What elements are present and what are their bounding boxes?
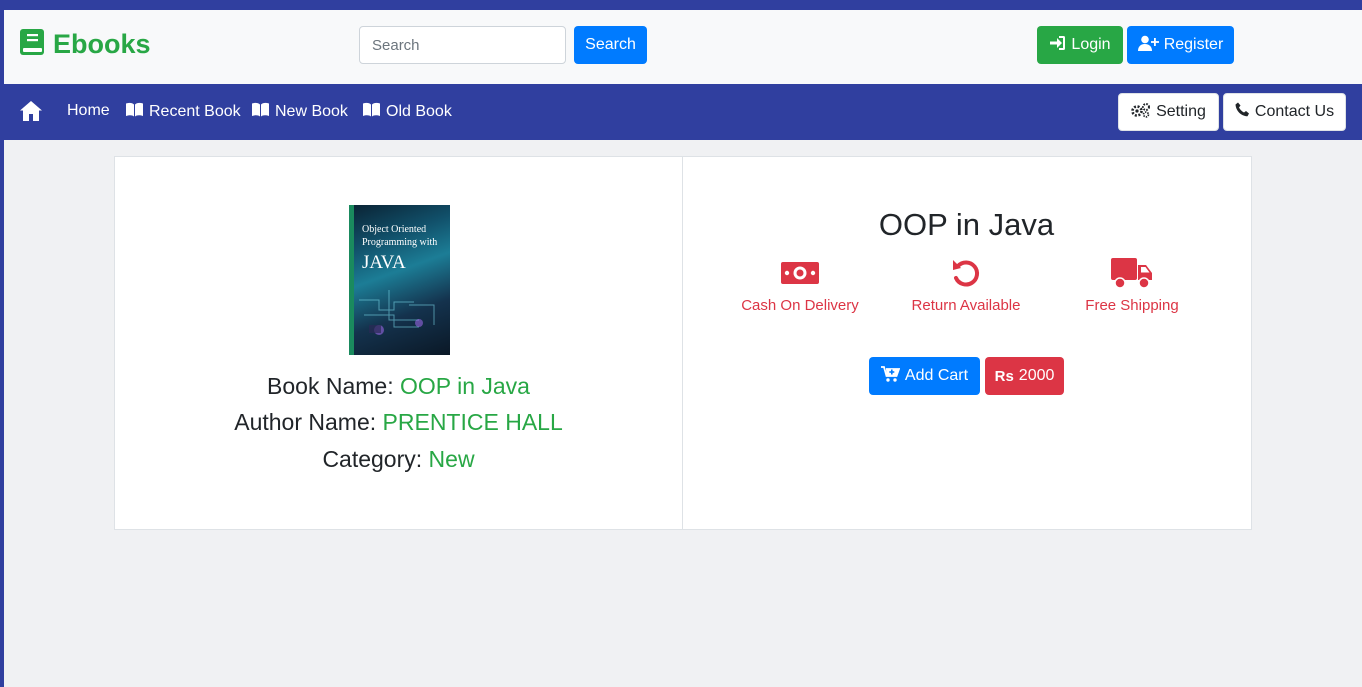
sign-in-icon bbox=[1049, 35, 1066, 56]
user-plus-icon bbox=[1137, 35, 1159, 56]
search-button[interactable]: Search bbox=[574, 26, 647, 64]
category-line: Category: New bbox=[115, 446, 682, 473]
open-book-icon bbox=[362, 102, 381, 122]
brand-name: Ebooks bbox=[53, 29, 151, 59]
feature-label: Return Available bbox=[911, 297, 1021, 314]
cover-title-line3: JAVA bbox=[362, 252, 406, 273]
header: Ebooks Search Login Register bbox=[4, 10, 1362, 84]
contact-button[interactable]: Contact Us bbox=[1223, 93, 1346, 131]
price-button[interactable]: Rs 2000 bbox=[985, 357, 1064, 395]
purchase-card: OOP in Java Cash On Delivery Return Avai… bbox=[683, 156, 1252, 530]
book-name-line: Book Name: OOP in Java bbox=[115, 373, 682, 400]
product-title: OOP in Java bbox=[878, 207, 1055, 242]
price-value: 2000 bbox=[1018, 367, 1055, 384]
nav-old-book[interactable]: Old Book bbox=[362, 102, 452, 122]
book-cover-image[interactable]: Object Oriented Programming with JAVA bbox=[349, 205, 450, 355]
feature-cash-on-delivery: Cash On Delivery bbox=[720, 257, 880, 314]
truck-icon bbox=[1111, 256, 1153, 294]
brand[interactable]: Ebooks bbox=[19, 28, 151, 61]
cover-title-line1: Object Oriented bbox=[362, 224, 427, 235]
feature-label: Cash On Delivery bbox=[741, 297, 859, 314]
search-input[interactable] bbox=[359, 26, 566, 64]
contact-label: Contact Us bbox=[1254, 103, 1335, 120]
author-name-label: Author Name: bbox=[234, 409, 377, 435]
author-name-line: Author Name: PRENTICE HALL bbox=[115, 409, 682, 436]
gears-icon bbox=[1131, 102, 1151, 123]
add-cart-label: Add Cart bbox=[904, 367, 969, 384]
navbar: Home Recent Book New Book Old Book Setti… bbox=[4, 84, 1362, 140]
nav-new-book[interactable]: New Book bbox=[251, 102, 348, 122]
author-name-value: PRENTICE HALL bbox=[382, 409, 563, 435]
nav-recent-label: Recent Book bbox=[149, 103, 241, 120]
open-book-icon bbox=[251, 102, 270, 122]
book-icon bbox=[19, 28, 45, 61]
nav-recent-book[interactable]: Recent Book bbox=[125, 102, 241, 122]
book-name-label: Book Name: bbox=[267, 373, 394, 399]
cart-plus-icon bbox=[880, 365, 901, 387]
product-section: Object Oriented Programming with JAVA Bo… bbox=[114, 156, 1252, 530]
home-icon[interactable] bbox=[19, 100, 43, 122]
nav-new-label: New Book bbox=[275, 103, 348, 120]
register-button[interactable]: Register bbox=[1127, 26, 1234, 64]
nav-home[interactable]: Home bbox=[67, 102, 110, 120]
feature-return-available: Return Available bbox=[886, 257, 1046, 314]
feature-free-shipping: Free Shipping bbox=[1052, 257, 1212, 314]
login-label: Login bbox=[1071, 36, 1111, 53]
window-top-strip bbox=[0, 0, 1362, 10]
category-value: New bbox=[428, 446, 475, 472]
money-bill-icon bbox=[781, 260, 819, 290]
register-label: Register bbox=[1163, 36, 1224, 53]
nav-home-label: Home bbox=[67, 102, 110, 119]
rupee-icon: Rs bbox=[994, 367, 1014, 385]
add-cart-button[interactable]: Add Cart bbox=[869, 357, 980, 395]
setting-button[interactable]: Setting bbox=[1118, 93, 1219, 131]
book-detail-card: Object Oriented Programming with JAVA Bo… bbox=[114, 156, 683, 530]
cover-title-line2: Programming with bbox=[362, 237, 438, 248]
login-button[interactable]: Login bbox=[1037, 26, 1123, 64]
phone-icon bbox=[1235, 102, 1250, 122]
category-label: Category: bbox=[322, 446, 423, 472]
feature-label: Free Shipping bbox=[1085, 297, 1179, 314]
open-book-icon bbox=[125, 102, 144, 122]
nav-old-label: Old Book bbox=[386, 103, 452, 120]
setting-label: Setting bbox=[1156, 103, 1206, 120]
undo-icon bbox=[950, 257, 982, 293]
book-name-value: OOP in Java bbox=[399, 373, 530, 399]
